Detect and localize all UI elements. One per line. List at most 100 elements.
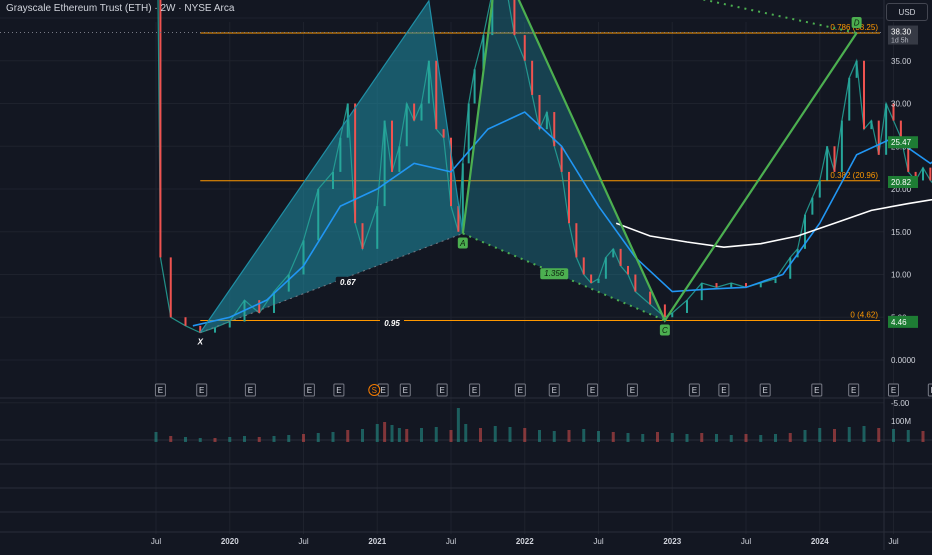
volume-bar bbox=[774, 434, 777, 442]
price-candle bbox=[590, 274, 593, 284]
last-price-countdown: 1d 5h bbox=[891, 38, 909, 45]
price-axis-label: 15.00 bbox=[891, 228, 912, 237]
price-candle bbox=[730, 283, 733, 288]
price-candle bbox=[604, 257, 607, 279]
volume-bar bbox=[670, 433, 674, 442]
price-candle bbox=[545, 112, 548, 130]
earnings-event-label: E bbox=[518, 386, 523, 395]
time-axis-label: 2020 bbox=[221, 537, 239, 546]
volume-bar bbox=[405, 429, 409, 442]
volume-bar bbox=[213, 438, 217, 442]
time-axis-label: Jul bbox=[151, 537, 161, 546]
time-axis-label: 2022 bbox=[516, 537, 534, 546]
price-candle bbox=[759, 283, 762, 288]
time-axis-label: Jul bbox=[298, 537, 308, 546]
volume-bar bbox=[656, 432, 659, 442]
volume-bar bbox=[420, 428, 423, 442]
earnings-event-label: E bbox=[891, 386, 896, 395]
price-candle bbox=[339, 137, 342, 172]
chart-canvas[interactable]: 1 (47.40)0.886 (42.52)0.786 (38.25)0.382… bbox=[0, 0, 932, 550]
earnings-event-label: E bbox=[248, 386, 253, 395]
price-badge-label: 4.46 bbox=[891, 318, 907, 327]
volume-bar bbox=[552, 431, 556, 442]
volume-bar bbox=[383, 422, 387, 442]
price-candle bbox=[582, 257, 585, 275]
price-axis-label: 35.00 bbox=[891, 57, 912, 66]
volume-bar bbox=[523, 428, 527, 442]
price-candle bbox=[560, 146, 563, 172]
volume-bar bbox=[228, 437, 232, 442]
price-candle bbox=[671, 312, 674, 318]
volume-bar bbox=[597, 431, 600, 442]
price-axis-label: -5.00 bbox=[891, 399, 910, 408]
price-candle bbox=[715, 283, 718, 288]
pattern-point-label-a: A bbox=[459, 239, 465, 248]
price-candle bbox=[361, 223, 364, 249]
price-candle bbox=[413, 103, 416, 121]
volume-bar bbox=[538, 430, 541, 442]
split-event-label: S bbox=[372, 386, 377, 395]
volume-bar bbox=[906, 430, 910, 442]
earnings-event-label: E bbox=[472, 386, 477, 395]
volume-bar bbox=[257, 437, 261, 442]
price-candle bbox=[789, 257, 792, 279]
earnings-event-label: E bbox=[590, 386, 595, 395]
earnings-event-label: E bbox=[380, 386, 385, 395]
chart-container[interactable]: 1 (47.40)0.886 (42.52)0.786 (38.25)0.382… bbox=[0, 0, 932, 550]
price-candle bbox=[420, 103, 423, 121]
time-axis-label: Jul bbox=[888, 537, 898, 546]
price-candle bbox=[159, 0, 162, 258]
volume-bar bbox=[397, 428, 401, 442]
time-axis-label: 2023 bbox=[663, 537, 681, 546]
volume-bar bbox=[346, 430, 350, 442]
volume-bar bbox=[302, 434, 305, 442]
volume-bar bbox=[862, 426, 866, 442]
price-candle bbox=[597, 278, 600, 284]
price-candle bbox=[855, 60, 858, 78]
volume-bar bbox=[272, 436, 276, 442]
volume-bar bbox=[375, 424, 379, 442]
volume-bar bbox=[479, 428, 482, 442]
price-candle bbox=[929, 167, 932, 181]
earnings-event-label: E bbox=[158, 386, 163, 395]
price-candle bbox=[354, 103, 357, 224]
time-axis-label: Jul bbox=[446, 537, 456, 546]
volume-bar bbox=[818, 428, 822, 442]
price-candle bbox=[287, 274, 290, 292]
volume-bar bbox=[626, 433, 630, 442]
currency-button[interactable]: USD bbox=[886, 3, 928, 21]
last-price-label: 38.30 bbox=[891, 28, 912, 37]
price-candle bbox=[568, 171, 570, 224]
price-candle bbox=[523, 35, 526, 61]
earnings-event-label: E bbox=[692, 386, 697, 395]
fib-level-label: 0 (4.62) bbox=[850, 310, 878, 319]
volume-bar bbox=[287, 435, 291, 442]
price-candle bbox=[649, 291, 652, 305]
pattern-point-label-a: A bbox=[419, 0, 426, 1]
price-candle bbox=[513, 0, 516, 36]
volume-bar bbox=[434, 427, 438, 442]
price-axis-label: 30.00 bbox=[891, 100, 912, 109]
time-axis-label: 2021 bbox=[368, 537, 386, 546]
volume-bar bbox=[685, 434, 689, 442]
volume-bar bbox=[508, 427, 512, 442]
price-candle bbox=[258, 300, 261, 313]
volume-bar bbox=[877, 428, 881, 442]
earnings-event-label: E bbox=[199, 386, 204, 395]
volume-bar bbox=[833, 429, 836, 442]
volume-bar bbox=[493, 426, 497, 442]
volume-bar bbox=[316, 433, 320, 442]
volume-bar bbox=[582, 429, 586, 442]
price-candle bbox=[575, 223, 578, 258]
volume-bar bbox=[449, 430, 453, 442]
price-candle bbox=[317, 189, 320, 241]
earnings-event-label: E bbox=[630, 386, 635, 395]
earnings-event-label: E bbox=[439, 386, 444, 395]
time-axis-label: Jul bbox=[593, 537, 603, 546]
volume-bar bbox=[331, 432, 335, 442]
earnings-event-label: E bbox=[307, 386, 312, 395]
price-candle bbox=[833, 146, 836, 172]
price-candle bbox=[848, 77, 851, 121]
price-candle bbox=[899, 120, 902, 138]
price-candle bbox=[877, 120, 880, 155]
